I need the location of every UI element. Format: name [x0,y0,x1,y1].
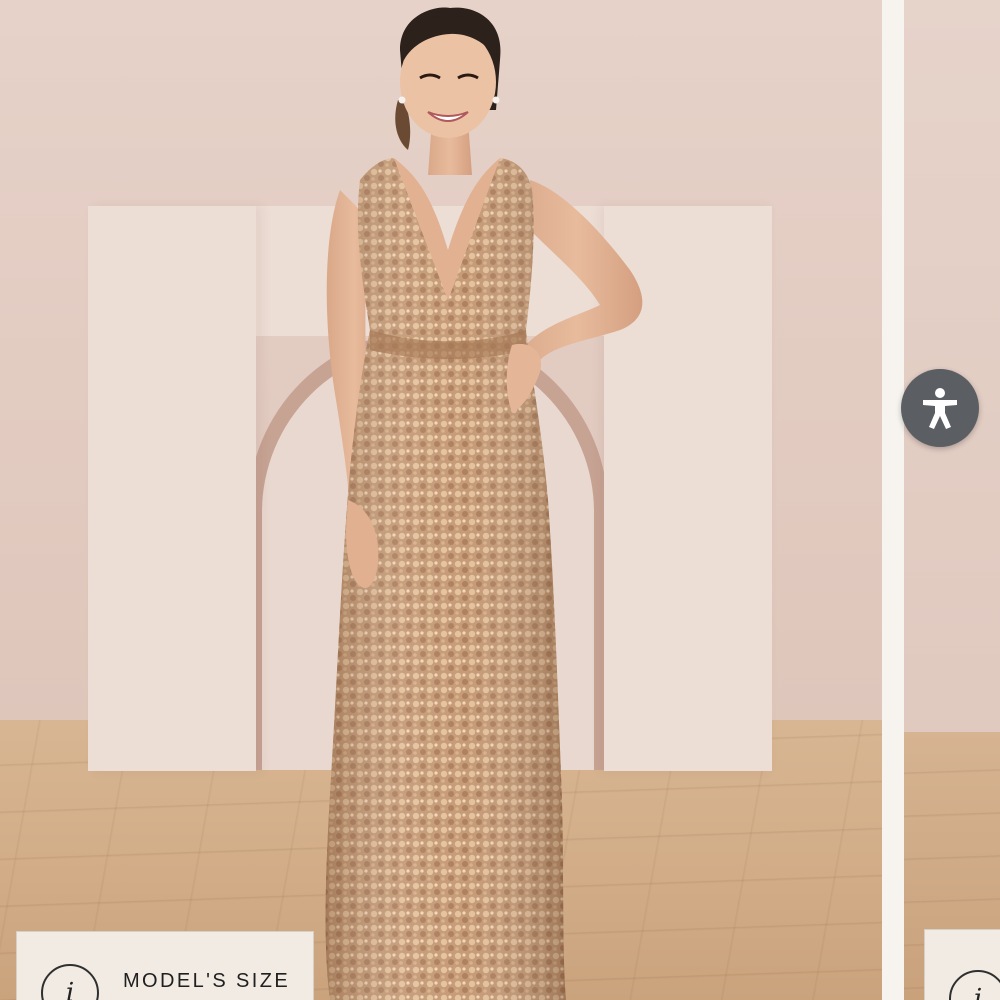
product-image-gallery: i MODEL'S SIZE i [0,0,1000,1000]
info-icon: i [949,970,1000,1000]
info-icon-glyph: i [65,978,75,1000]
model-size-label: MODEL'S SIZE [123,969,291,992]
model-in-sequin-gown [300,0,680,1000]
backdrop-panel-left [88,206,256,771]
next-model-size-button[interactable]: i [924,929,1000,1000]
model-illustration [325,7,643,1000]
info-icon-glyph: i [973,984,983,1000]
gallery-slide-gap [882,0,904,1000]
info-icon: i [41,964,99,1000]
product-image-main[interactable] [0,0,882,1000]
product-image-next[interactable] [904,0,1000,1000]
model-size-button[interactable]: i MODEL'S SIZE [16,931,314,1000]
accessibility-person-icon [923,388,957,429]
accessibility-button[interactable] [901,369,979,447]
next-backdrop-wall [904,0,1000,732]
